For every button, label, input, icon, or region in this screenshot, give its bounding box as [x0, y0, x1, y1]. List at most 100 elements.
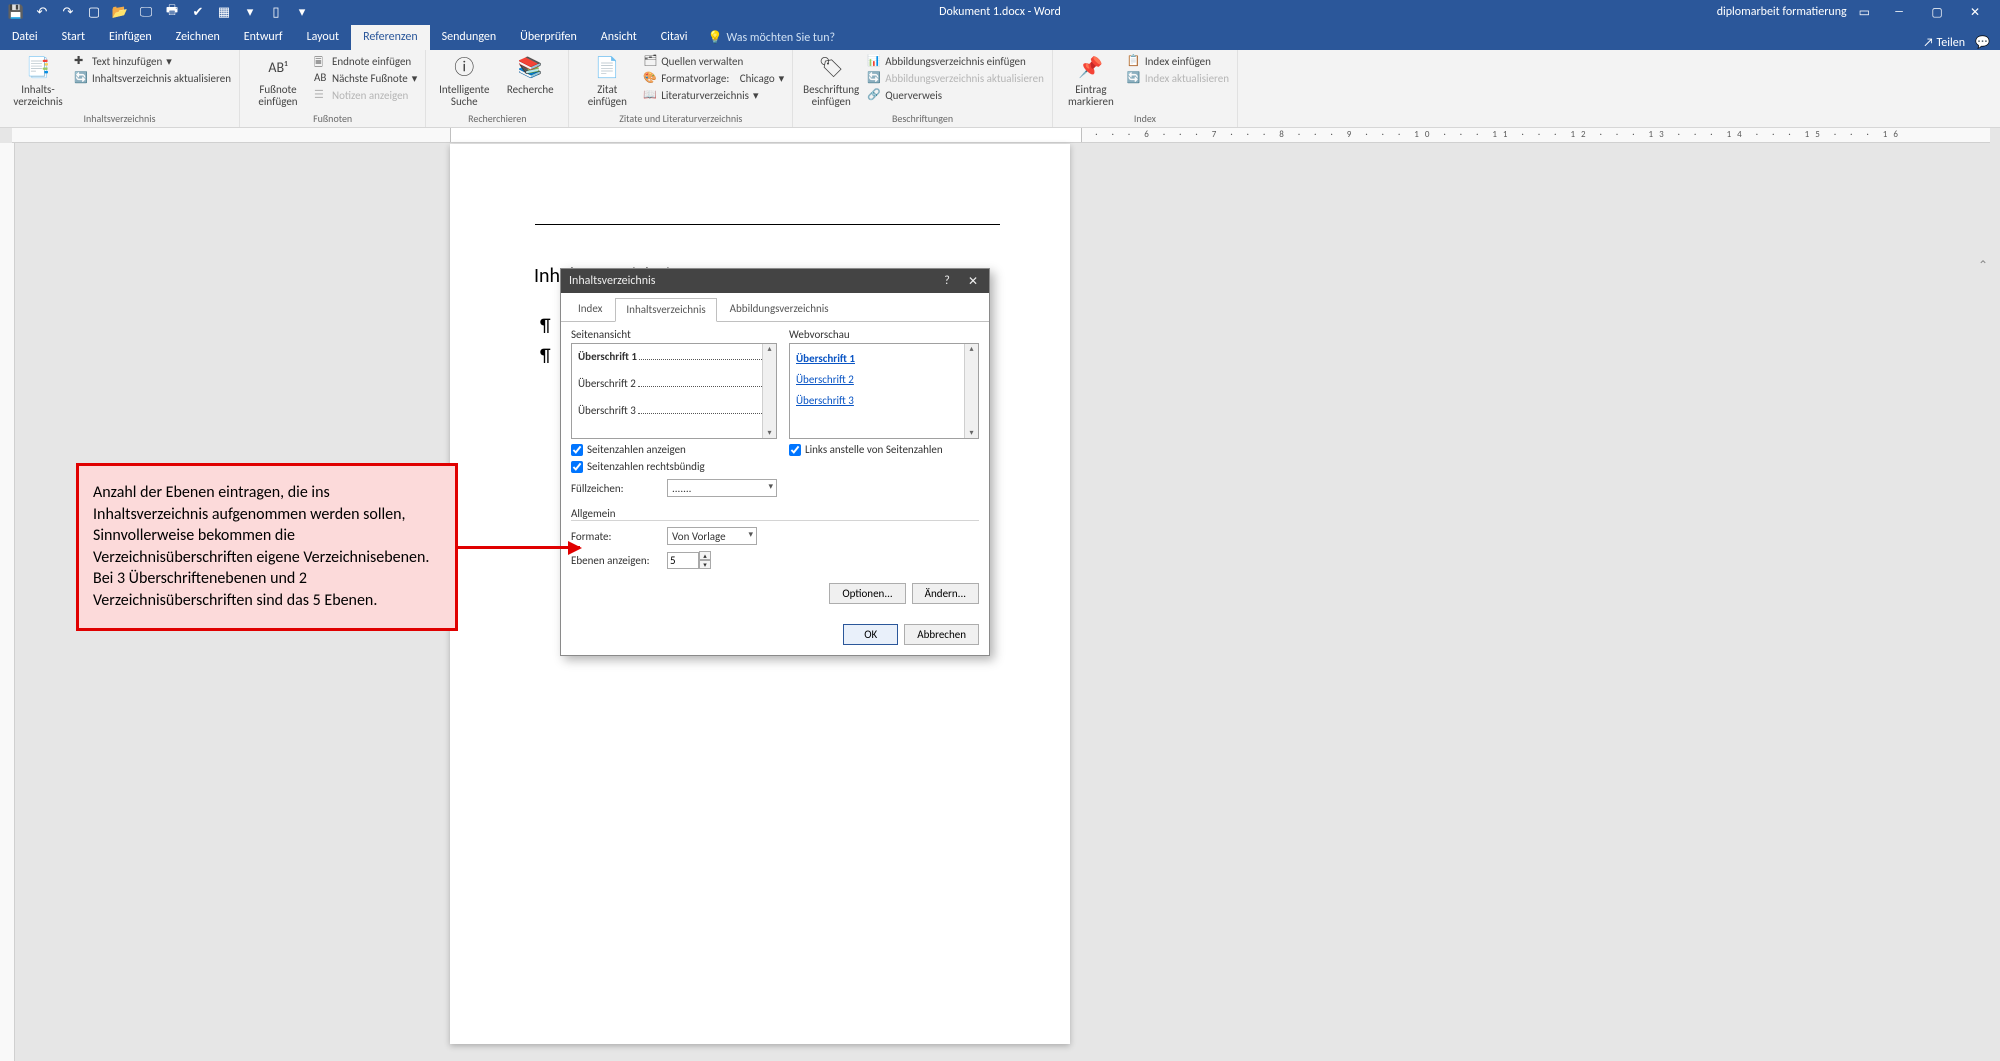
- close-icon[interactable]: ✕: [1958, 2, 1992, 22]
- tab-layout[interactable]: Layout: [295, 25, 352, 50]
- minimize-icon[interactable]: ―: [1882, 2, 1916, 22]
- dialog-tab-figures[interactable]: Abbildungsverzeichnis: [719, 297, 840, 321]
- spin-up-icon[interactable]: ▴: [699, 551, 711, 560]
- chk-hyperlinks-input[interactable]: [789, 444, 801, 456]
- scroll-up-icon[interactable]: ▴: [767, 344, 771, 354]
- comments-icon[interactable]: 💬: [1975, 35, 1990, 50]
- chk-right-align[interactable]: Seitenzahlen rechtsbündig: [571, 460, 777, 473]
- ruler-vertical[interactable]: [0, 143, 15, 1061]
- add-text-label: Text hinzufügen: [92, 55, 162, 68]
- annotation-arrow: [456, 546, 580, 549]
- collapse-ribbon-icon[interactable]: ⌃: [1978, 258, 1988, 273]
- insert-citation-label: Zitat einfügen: [588, 84, 627, 108]
- ruler-horizontal[interactable]: 3 · · · 2 · · · 1 · · · | · · · 1 · · · …: [12, 128, 1990, 143]
- paragraph-mark: ¶: [540, 344, 551, 366]
- tab-design[interactable]: Entwurf: [232, 25, 295, 50]
- web-link[interactable]: Überschrift 3: [796, 390, 972, 411]
- share-button[interactable]: ↗ Teilen: [1923, 36, 1965, 50]
- manage-sources-icon: 🗂: [643, 54, 657, 68]
- redo-icon[interactable]: ↷: [60, 4, 76, 20]
- toc-button[interactable]: 📑 Inhalts- verzeichnis: [8, 54, 68, 108]
- levels-spinner[interactable]: ▴▾: [667, 551, 711, 569]
- bibliography-button[interactable]: 📖Literaturverzeichnis ▾: [643, 88, 784, 102]
- crossref-icon: 🔗: [867, 88, 881, 102]
- preview-scrollbar[interactable]: ▴▾: [964, 344, 978, 438]
- ok-button[interactable]: OK: [843, 624, 898, 645]
- manage-sources-button[interactable]: 🗂Quellen verwalten: [643, 54, 784, 68]
- group-research: ⓘ Intelligente Suche 📚 Recherche Recherc…: [426, 50, 569, 127]
- preview-icon[interactable]: 🖵: [138, 4, 154, 20]
- recherche-label: Recherche: [507, 84, 554, 96]
- group-label-captions: Beschriftungen: [801, 112, 1044, 127]
- new-icon[interactable]: ▢: [86, 4, 102, 20]
- dialog-help-icon[interactable]: ?: [935, 271, 959, 291]
- tab-review[interactable]: Überprüfen: [508, 25, 589, 50]
- insert-figures-button[interactable]: 📊Abbildungsverzeichnis einfügen: [867, 54, 1044, 68]
- dialog-titlebar[interactable]: Inhaltsverzeichnis ? ✕: [561, 269, 989, 293]
- dialog-tab-toc[interactable]: Inhaltsverzeichnis: [615, 298, 716, 322]
- tell-me-search[interactable]: 💡 Was möchten Sie tun?: [700, 25, 844, 50]
- open-icon[interactable]: 📂: [112, 4, 128, 20]
- web-link[interactable]: Überschrift 2: [796, 369, 972, 390]
- smart-lookup-button[interactable]: ⓘ Intelligente Suche: [434, 54, 494, 108]
- recherche-button[interactable]: 📚 Recherche: [500, 54, 560, 96]
- cancel-button[interactable]: Abbrechen: [904, 624, 979, 645]
- dialog-tab-index[interactable]: Index: [567, 297, 613, 321]
- ribbon-options-icon[interactable]: ▭: [1859, 5, 1870, 20]
- update-toc-button[interactable]: 🔄Inhaltsverzeichnis aktualisieren: [74, 71, 231, 85]
- chk-show-pagenums[interactable]: Seitenzahlen anzeigen: [571, 443, 777, 456]
- web-link[interactable]: Überschrift 1: [796, 348, 972, 369]
- tab-mailings[interactable]: Sendungen: [430, 25, 509, 50]
- toc-row-title: Überschrift 3: [578, 404, 636, 417]
- tab-draw[interactable]: Zeichnen: [164, 25, 232, 50]
- formats-combo[interactable]: Von Vorlage: [667, 527, 757, 545]
- insert-index-label: Index einfügen: [1145, 55, 1211, 68]
- tab-references[interactable]: Referenzen: [351, 25, 430, 50]
- citation-style-row[interactable]: 🎨Formatvorlage: Chicago ▾: [643, 71, 784, 85]
- paragraph-mark: ¶: [540, 314, 551, 336]
- insert-index-button[interactable]: 📋Index einfügen: [1127, 54, 1229, 68]
- endnote-button[interactable]: 🗏Endnote einfügen: [314, 54, 417, 68]
- print-icon[interactable]: 🖶: [164, 4, 180, 20]
- levels-input[interactable]: [667, 552, 699, 569]
- maximize-icon[interactable]: ▢: [1920, 2, 1954, 22]
- chk-show-pagenums-input[interactable]: [571, 444, 583, 456]
- account-name[interactable]: diplomarbeit formatierung: [1717, 5, 1847, 19]
- recherche-icon: 📚: [515, 54, 545, 82]
- preview-scrollbar[interactable]: ▴▾: [762, 344, 776, 438]
- insert-citation-button[interactable]: 📄 Zitat einfügen: [577, 54, 637, 108]
- page-icon[interactable]: ▯: [268, 4, 284, 20]
- scroll-up-icon[interactable]: ▴: [969, 344, 973, 354]
- undo-icon[interactable]: ↶: [34, 4, 50, 20]
- tab-view[interactable]: Ansicht: [589, 25, 649, 50]
- footnote-button[interactable]: AB¹ Fußnote einfügen: [248, 54, 308, 108]
- show-notes-icon: ☰: [314, 88, 328, 102]
- tab-file[interactable]: Datei: [0, 25, 50, 50]
- crossref-button[interactable]: 🔗Querverweis: [867, 88, 1044, 102]
- insert-caption-button[interactable]: 🏷 Beschriftung einfügen: [801, 54, 861, 108]
- next-footnote-button[interactable]: ABNächste Fußnote ▾: [314, 71, 417, 85]
- tab-insert[interactable]: Einfügen: [97, 25, 164, 50]
- options-button[interactable]: Optionen...: [829, 583, 905, 604]
- chk-right-align-input[interactable]: [571, 461, 583, 473]
- group-label-footnotes: Fußnoten: [248, 112, 417, 127]
- insert-caption-label: Beschriftung einfügen: [803, 84, 859, 108]
- add-text-button[interactable]: ✚Text hinzufügen ▾: [74, 54, 231, 68]
- group-toc: 📑 Inhalts- verzeichnis ✚Text hinzufügen …: [0, 50, 240, 127]
- tab-home[interactable]: Start: [50, 25, 97, 50]
- chk-hyperlinks[interactable]: Links anstelle von Seitenzahlen: [789, 443, 979, 456]
- save-icon[interactable]: 💾: [8, 4, 24, 20]
- spelling-icon[interactable]: ✔: [190, 4, 206, 20]
- spin-down-icon[interactable]: ▾: [699, 560, 711, 569]
- scroll-down-icon[interactable]: ▾: [969, 428, 973, 438]
- qat-more-icon[interactable]: ▾: [242, 4, 258, 20]
- chk-right-align-label: Seitenzahlen rechtsbündig: [587, 460, 705, 473]
- modify-button[interactable]: Ändern...: [912, 583, 979, 604]
- table-icon[interactable]: ▦: [216, 4, 232, 20]
- mark-entry-button[interactable]: 📌 Eintrag markieren: [1061, 54, 1121, 108]
- fill-combo[interactable]: .......: [667, 479, 777, 497]
- tab-citavi[interactable]: Citavi: [649, 25, 700, 50]
- qat-dropdown-icon[interactable]: ▾: [294, 4, 310, 20]
- dialog-close-icon[interactable]: ✕: [961, 271, 985, 291]
- scroll-down-icon[interactable]: ▾: [767, 428, 771, 438]
